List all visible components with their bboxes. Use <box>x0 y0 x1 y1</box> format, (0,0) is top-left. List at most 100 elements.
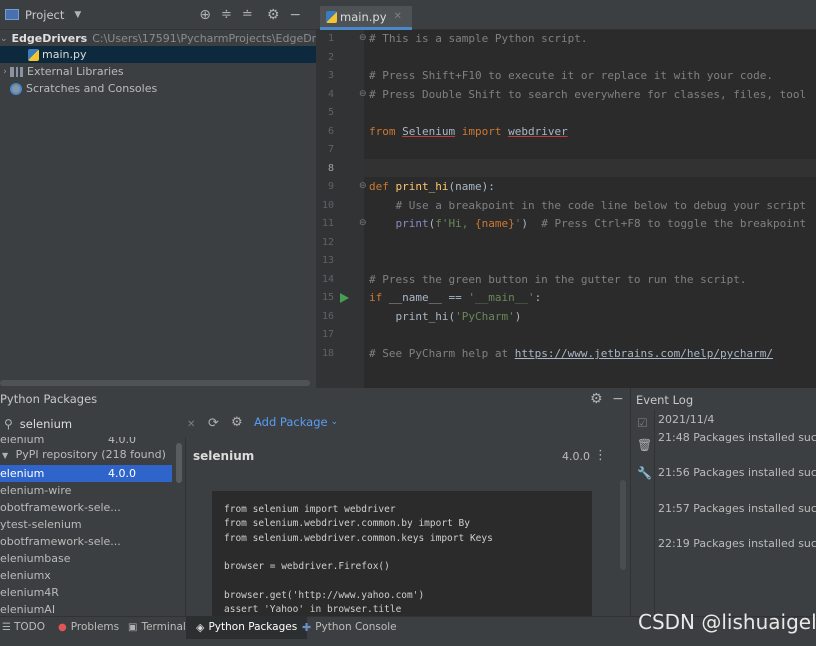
list-icon: ☰ <box>2 622 11 633</box>
refresh-icon[interactable]: ⟳ <box>208 416 219 431</box>
tab-label: main.py <box>340 9 387 24</box>
list-item[interactable]: eleniumx <box>0 567 172 584</box>
code-sample-line: from selenium.webdriver.common.keys impo… <box>224 532 493 544</box>
code-sample-line <box>224 546 580 560</box>
package-description-code: from selenium import webdriver from sele… <box>212 491 592 616</box>
event-time: 21:48 <box>658 431 690 444</box>
search-icon: ⚲ <box>4 417 13 431</box>
event-text[interactable]: Packages installed succes <box>693 431 816 444</box>
minimize-icon[interactable]: − <box>612 391 624 407</box>
code-sample-line: browser.get('http://www.yahoo.com') <box>224 589 425 601</box>
package-name: elenium-wire <box>0 484 72 497</box>
chevron-right-icon[interactable]: › <box>0 67 10 77</box>
function-args: (name): <box>448 180 495 193</box>
code-line-1: # This is a sample Python script. <box>369 32 588 45</box>
list-item[interactable]: elenium 4.0.0 <box>0 465 172 482</box>
gear-icon[interactable]: ⚙ <box>590 391 603 407</box>
tool-window-label: Terminal <box>141 621 186 633</box>
event-text[interactable]: Packages installed succes <box>693 502 816 515</box>
list-item[interactable]: elenium4R <box>0 584 172 601</box>
help-link[interactable]: https://www.jetbrains.com/help/pycharm/ <box>515 347 773 360</box>
event-time: 22:19 <box>658 537 690 550</box>
mark-read-icon[interactable]: ☑ <box>637 416 648 430</box>
wrench-icon[interactable]: 🔧 <box>637 466 652 480</box>
chevron-down-icon[interactable]: ▼ <box>74 10 81 20</box>
gear-icon[interactable]: ⚙ <box>267 7 280 23</box>
project-view-icon <box>5 9 19 20</box>
list-scrollbar[interactable] <box>176 443 182 483</box>
tree-item-external-libraries[interactable]: › External Libraries <box>0 63 316 80</box>
fold-marker-icon[interactable]: ⊖ <box>359 218 367 228</box>
event-log-title: Event Log <box>636 393 694 407</box>
list-item[interactable]: eleniumAI <box>0 601 172 616</box>
list-item[interactable]: elenium-wire <box>0 482 172 499</box>
code-sample-line <box>224 574 580 588</box>
watermark: CSDN @lishuaigell <box>638 610 816 634</box>
package-name: elenium4R <box>0 586 59 599</box>
project-view-label[interactable]: Project <box>25 8 64 22</box>
more-options-icon[interactable]: ⋮ <box>594 448 607 463</box>
search-input[interactable]: selenium <box>20 417 180 431</box>
expand-all-icon[interactable]: ≑ <box>221 7 232 22</box>
chevron-down-icon[interactable]: ▼ <box>2 447 8 463</box>
fold-marker-icon[interactable]: ⊖ <box>359 89 367 99</box>
settings-icon[interactable]: ⚙ <box>231 415 243 430</box>
list-item[interactable]: obotframework-sele... <box>0 499 172 516</box>
list-item[interactable]: ytest-selenium <box>0 516 172 533</box>
code-line-10: # Use a breakpoint in the code line belo… <box>369 199 807 212</box>
chevron-down-icon: ⌄ <box>330 417 339 427</box>
event-entry: 22:19 Packages installed succes <box>658 537 816 550</box>
line-number: 16 <box>321 311 334 322</box>
tree-item-root[interactable]: ⌄ EdgeDrivers C:\Users\17591\PycharmProj… <box>0 30 316 47</box>
locate-icon[interactable]: ⊕ <box>199 7 211 23</box>
code-line-18: # See PyCharm help at https://www.jetbra… <box>369 345 773 363</box>
tab-main-py[interactable]: main.py ✕ <box>320 6 412 30</box>
list-item[interactable]: obotframework-sele... <box>0 533 172 550</box>
fold-marker-icon[interactable]: ⊖ <box>359 33 367 43</box>
keyword: def <box>369 180 396 193</box>
code-line-15: if __name__ == '__main__': <box>369 289 541 307</box>
event-log-toolbar: ☑ 🗑 🔧 <box>631 410 655 616</box>
event-text[interactable]: Packages installed succes <box>693 466 816 479</box>
add-package-button[interactable]: Add Package ⌄ <box>254 415 338 429</box>
event-text[interactable]: Packages installed succes <box>693 537 816 550</box>
string: '__main__' <box>468 291 535 304</box>
tool-window-python-console[interactable]: ✚ Python Console <box>302 616 397 639</box>
tool-window-python-packages[interactable]: ◈ Python Packages <box>186 616 308 639</box>
tool-window-todo[interactable]: ☰ TODO <box>2 616 45 639</box>
detail-package-name: selenium <box>193 449 255 463</box>
tree-item-scratches[interactable]: Scratches and Consoles <box>0 80 316 97</box>
event-entry: 21:56 Packages installed succes <box>658 466 816 479</box>
run-icon[interactable] <box>340 293 349 303</box>
line-number: 8 <box>327 163 334 174</box>
detail-scrollbar[interactable] <box>620 480 626 570</box>
panel-title: Python Packages <box>0 392 98 406</box>
horizontal-scrollbar[interactable] <box>0 380 310 386</box>
event-date: 2021/11/4 <box>658 413 715 426</box>
root-folder-name: EdgeDrivers <box>11 32 88 45</box>
comment: # See PyCharm help at <box>369 347 515 360</box>
package-list[interactable]: elenium 4.0.0 ▼ PyPI repository (218 fou… <box>0 437 184 616</box>
line-number: 11 <box>321 218 334 229</box>
clear-search-icon[interactable]: ✕ <box>187 419 195 430</box>
tool-window-label: TODO <box>13 621 45 633</box>
minimize-icon[interactable]: − <box>289 7 301 23</box>
python-file-icon <box>326 10 337 23</box>
package-name: eleniumAI <box>0 603 56 616</box>
module-name: Selenium <box>402 125 456 138</box>
line-number: 13 <box>321 255 334 266</box>
repo-group-header[interactable]: ▼ PyPI repository (218 found) <box>0 446 172 463</box>
collapse-all-icon[interactable]: ≐ <box>242 7 253 22</box>
dunder-name: __name__ == <box>388 291 469 304</box>
tool-window-problems[interactable]: ● Problems <box>58 616 119 639</box>
list-item[interactable]: eleniumbase <box>0 550 172 567</box>
add-package-label: Add Package <box>254 415 328 429</box>
line-number: 15 <box>321 292 334 303</box>
fold-marker-icon[interactable]: ⊖ <box>359 181 367 191</box>
trash-icon[interactable]: 🗑 <box>637 438 652 452</box>
chevron-down-icon[interactable]: ⌄ <box>0 34 8 44</box>
tool-window-terminal[interactable]: ▣ Terminal <box>128 616 186 639</box>
code-line-9: def print_hi(name): <box>369 178 495 196</box>
tree-item-main-py[interactable]: main.py <box>0 46 316 63</box>
close-icon[interactable]: ✕ <box>394 11 402 22</box>
